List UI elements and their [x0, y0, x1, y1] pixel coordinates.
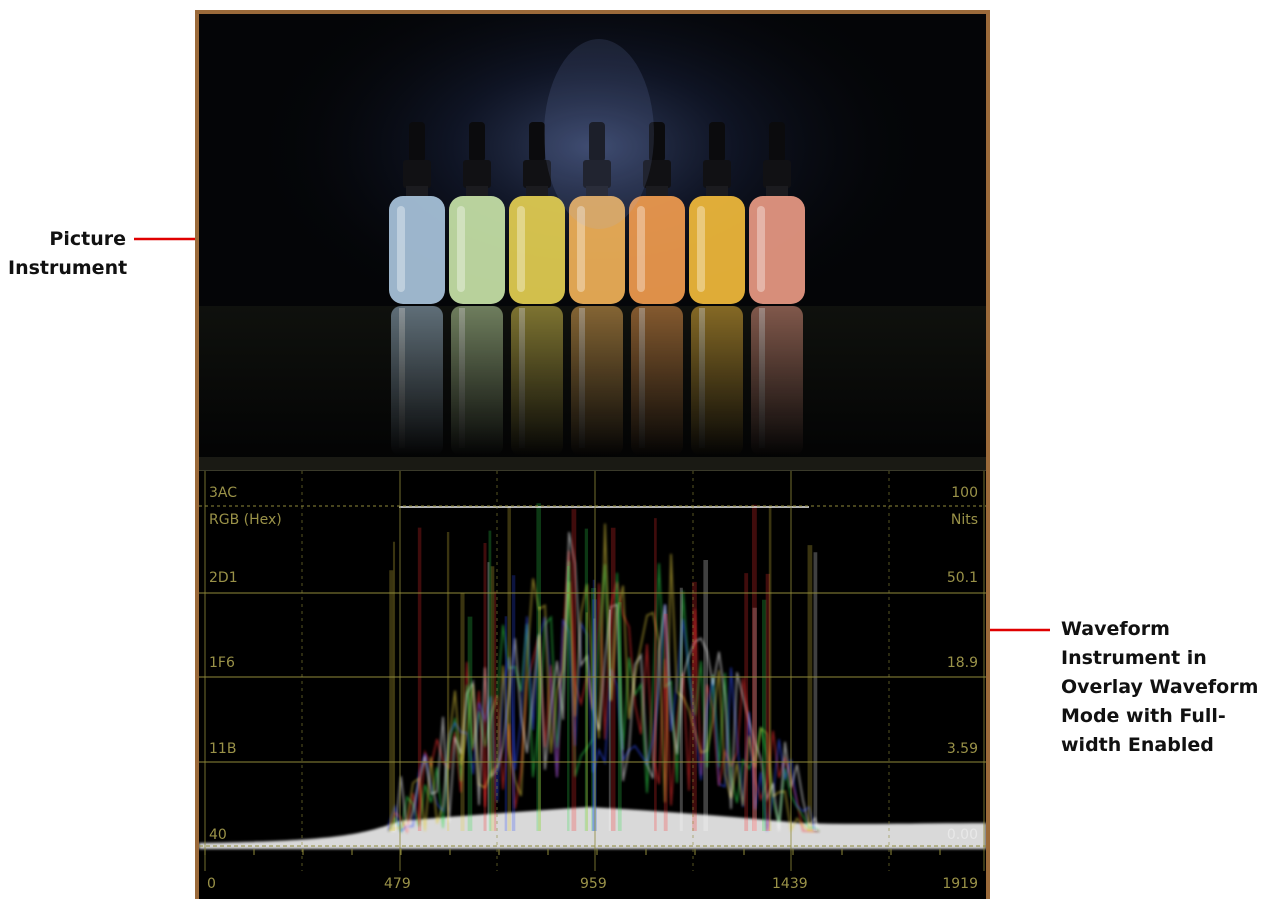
- bottle-reflection: [571, 306, 623, 456]
- x-label-959: 959: [580, 876, 607, 892]
- left-label-rgb-hex: RGB (Hex): [209, 512, 282, 528]
- callout-line: Waveform: [1061, 618, 1170, 640]
- bottle-reflection: [631, 306, 683, 456]
- callout-line: Instrument in: [1061, 647, 1207, 669]
- right-label-nits: Nits: [950, 512, 978, 528]
- waveform-instrument-callout: Waveform Instrument in Overlay Waveform …: [1061, 615, 1261, 760]
- callout-line: Picture: [49, 228, 126, 250]
- bottle-reflections: [391, 306, 803, 456]
- waveform-graticule: [199, 471, 986, 871]
- left-label-3ac: 3AC: [209, 485, 238, 501]
- bottle-reflection: [511, 306, 563, 456]
- callout-line: width Enabled: [1061, 734, 1214, 756]
- bottle-reflection: [391, 306, 443, 456]
- left-label-40: 40: [209, 827, 227, 843]
- bottle-reflection: [451, 306, 503, 456]
- bottle-reflection: [691, 306, 743, 456]
- instrument-divider: [199, 457, 986, 471]
- left-label-1f6: 1F6: [209, 655, 235, 671]
- right-label-100: 100: [951, 485, 978, 501]
- picture-instrument[interactable]: [199, 14, 986, 457]
- callout-line: Overlay Waveform: [1061, 676, 1259, 698]
- x-label-1919: 1919: [942, 876, 978, 892]
- picture-instrument-callout: Picture Instrument: [8, 225, 128, 283]
- callout-line: Instrument: [8, 257, 128, 279]
- x-label-1439: 1439: [772, 876, 808, 892]
- waveform-traces: [199, 503, 986, 849]
- callout-line: Mode with Full-: [1061, 705, 1226, 727]
- backlight-glow: [544, 39, 654, 229]
- waveform-instrument[interactable]: 3AC RGB (Hex) 2D1 1F6 11B 40 100 Nits 50…: [199, 471, 986, 899]
- right-label-50-1: 50.1: [946, 570, 978, 586]
- right-label-0-00: 0.00: [946, 827, 978, 843]
- bottle-reflection: [751, 306, 803, 456]
- x-label-0: 0: [207, 876, 216, 892]
- left-label-11b: 11B: [209, 741, 237, 757]
- right-label-18-9: 18.9: [946, 655, 978, 671]
- right-label-3-59: 3.59: [946, 741, 978, 757]
- left-label-2d1: 2D1: [209, 570, 238, 586]
- x-label-479: 479: [384, 876, 411, 892]
- picture-image: [199, 14, 986, 457]
